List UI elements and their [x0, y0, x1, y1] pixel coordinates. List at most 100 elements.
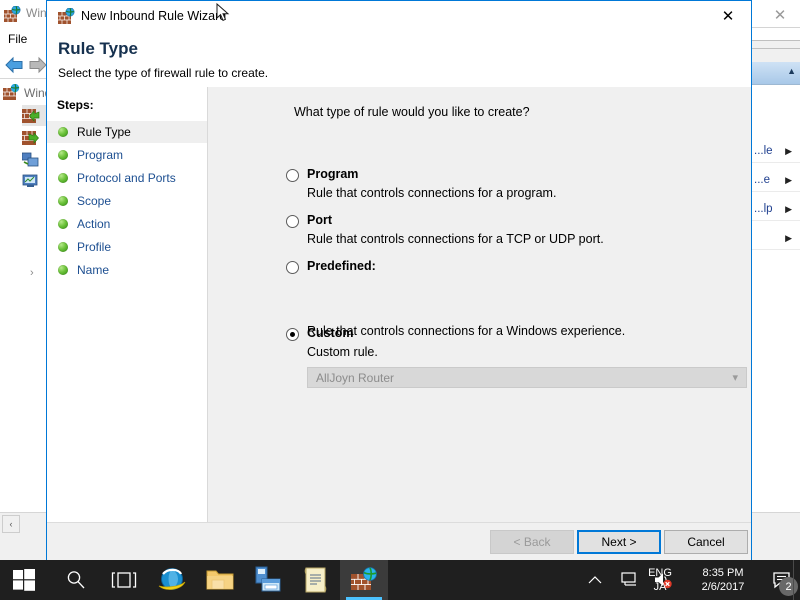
- chevron-up-icon[interactable]: [578, 560, 612, 600]
- task-view-glyph: [111, 572, 137, 588]
- steps-sidebar: Steps: Rule Type Program Protocol and Po…: [47, 87, 207, 522]
- step-bullet-icon: [58, 196, 68, 206]
- actions-menu-item[interactable]: ...e ▶: [752, 169, 800, 192]
- sidebar-item-action[interactable]: Action: [47, 213, 207, 235]
- inbound-rules-icon: [22, 108, 40, 123]
- sidebar-item-profile[interactable]: Profile: [47, 236, 207, 258]
- printer-fax-icon[interactable]: [244, 560, 292, 600]
- actions-menu-label: ...e: [754, 174, 770, 186]
- sidebar-item-protocol-and-ports[interactable]: Protocol and Ports: [47, 167, 207, 189]
- document-glyph: [304, 567, 327, 593]
- chevron-up-glyph: [588, 576, 602, 584]
- chevron-right-icon[interactable]: ›: [30, 267, 34, 279]
- notepad-icon[interactable]: [292, 560, 340, 600]
- sidebar-item-program[interactable]: Program: [47, 144, 207, 166]
- next-button[interactable]: Next >: [577, 530, 661, 554]
- sidebar-item-rule-type[interactable]: Rule Type: [47, 121, 207, 143]
- option-description: Custom rule.: [307, 345, 378, 359]
- sidebar-item-label: Action: [77, 217, 111, 231]
- page-title: Rule Type: [58, 39, 138, 58]
- task-view-icon[interactable]: [100, 560, 148, 600]
- windows-start-icon: [13, 569, 35, 591]
- actions-menu-item[interactable]: ▶: [752, 227, 800, 250]
- actions-divider-mid: [752, 48, 800, 49]
- sidebar-item-label: Scope: [77, 194, 112, 208]
- radio-program[interactable]: [286, 169, 299, 182]
- language-primary: ENG: [648, 567, 672, 579]
- option-description: Rule that controls connections for a pro…: [307, 186, 557, 200]
- file-explorer-icon[interactable]: [196, 560, 244, 600]
- background-close-icon[interactable]: ✕: [762, 2, 798, 28]
- content-pane: What type of rule would you like to crea…: [208, 87, 751, 522]
- option-label: Program: [307, 167, 359, 181]
- step-bullet-icon: [58, 150, 68, 160]
- clock-time: 8:35 PM: [702, 567, 744, 579]
- radio-predefined[interactable]: [286, 261, 299, 274]
- close-icon[interactable]: ✕: [705, 1, 751, 31]
- scroll-left-icon[interactable]: ‹: [2, 515, 20, 533]
- clock[interactable]: 8:35 PM 2/6/2017: [682, 560, 764, 600]
- clock-date: 2/6/2017: [701, 581, 745, 593]
- collapse-up-icon[interactable]: ▲: [787, 66, 796, 76]
- printer-glyph: [255, 566, 281, 592]
- sidebar-item-scope[interactable]: Scope: [47, 190, 207, 212]
- search-glyph: [67, 571, 85, 589]
- dialog-titlebar: New Inbound Rule Wizard ✕: [47, 1, 751, 33]
- folder-glyph: [206, 570, 234, 590]
- page-subtitle: Select the type of firewall rule to crea…: [58, 66, 269, 80]
- option-description: Rule that controls connections for a TCP…: [307, 232, 604, 246]
- firewall-globe-icon: [58, 8, 75, 24]
- predefined-dropdown-value: AllJoyn Router: [316, 371, 395, 385]
- dialog-header: Rule Type Select the type of firewall ru…: [47, 33, 751, 87]
- back-button[interactable]: < Back: [490, 530, 574, 554]
- language-secondary: JA: [653, 581, 667, 593]
- actions-menu-label: ...lp: [754, 203, 773, 215]
- connection-security-icon: [22, 152, 39, 166]
- actions-menu-item[interactable]: ...lp ▶: [752, 198, 800, 221]
- windows-firewall-icon[interactable]: [340, 560, 388, 600]
- step-bullet-icon: [58, 265, 68, 275]
- language-indicator[interactable]: ENG JA: [638, 560, 682, 600]
- start-button[interactable]: [0, 560, 48, 600]
- sidebar-item-label: Rule Type: [77, 125, 131, 139]
- option-label: Port: [307, 213, 332, 227]
- radio-custom[interactable]: [286, 328, 299, 341]
- sidebar-item-name[interactable]: Name: [47, 259, 207, 281]
- dialog-footer: < Back Next > Cancel: [47, 522, 751, 561]
- firewall-globe-icon: [4, 6, 21, 22]
- radio-port[interactable]: [286, 215, 299, 228]
- back-arrow-icon[interactable]: [4, 56, 24, 74]
- dialog-title: New Inbound Rule Wizard: [81, 9, 227, 23]
- new-inbound-rule-wizard-dialog: New Inbound Rule Wizard ✕ Rule Type Sele…: [46, 0, 752, 561]
- question-text: What type of rule would you like to crea…: [294, 105, 530, 119]
- actions-menu-label: ...le: [754, 145, 773, 157]
- sidebar-item-label: Profile: [77, 240, 112, 254]
- cancel-button[interactable]: Cancel: [664, 530, 748, 554]
- step-bullet-icon: [58, 242, 68, 252]
- menu-item-file[interactable]: File: [8, 32, 27, 46]
- sidebar-item-label: Protocol and Ports: [77, 171, 176, 185]
- dialog-body: Steps: Rule Type Program Protocol and Po…: [47, 87, 751, 522]
- submenu-arrow-icon: ▶: [785, 232, 792, 243]
- sidebar-item-label: Program: [77, 148, 124, 162]
- step-bullet-icon: [58, 127, 68, 137]
- firewall-globe-glyph: [351, 567, 377, 590]
- taskbar: ENG JA 8:35 PM 2/6/2017 2: [0, 560, 800, 600]
- option-description: Rule that controls connections for a Win…: [307, 324, 626, 338]
- step-bullet-icon: [58, 219, 68, 229]
- forward-arrow-icon[interactable]: [28, 56, 48, 74]
- step-bullet-icon: [58, 173, 68, 183]
- sidebar-item-label: Name: [77, 263, 110, 277]
- submenu-arrow-icon: ▶: [785, 203, 792, 214]
- ie-glyph: [158, 568, 186, 590]
- firewall-globe-icon: [3, 84, 20, 100]
- submenu-arrow-icon: ▶: [785, 145, 792, 156]
- predefined-dropdown[interactable]: AllJoyn Router ▾: [307, 367, 747, 388]
- show-desktop-button[interactable]: [793, 560, 800, 600]
- search-icon[interactable]: [52, 560, 100, 600]
- internet-explorer-icon[interactable]: [148, 560, 196, 600]
- network-glyph: [621, 572, 636, 586]
- actions-menu-item[interactable]: ...le ▶: [752, 140, 800, 163]
- actions-divider-top: [752, 27, 800, 28]
- monitoring-icon: [22, 174, 38, 187]
